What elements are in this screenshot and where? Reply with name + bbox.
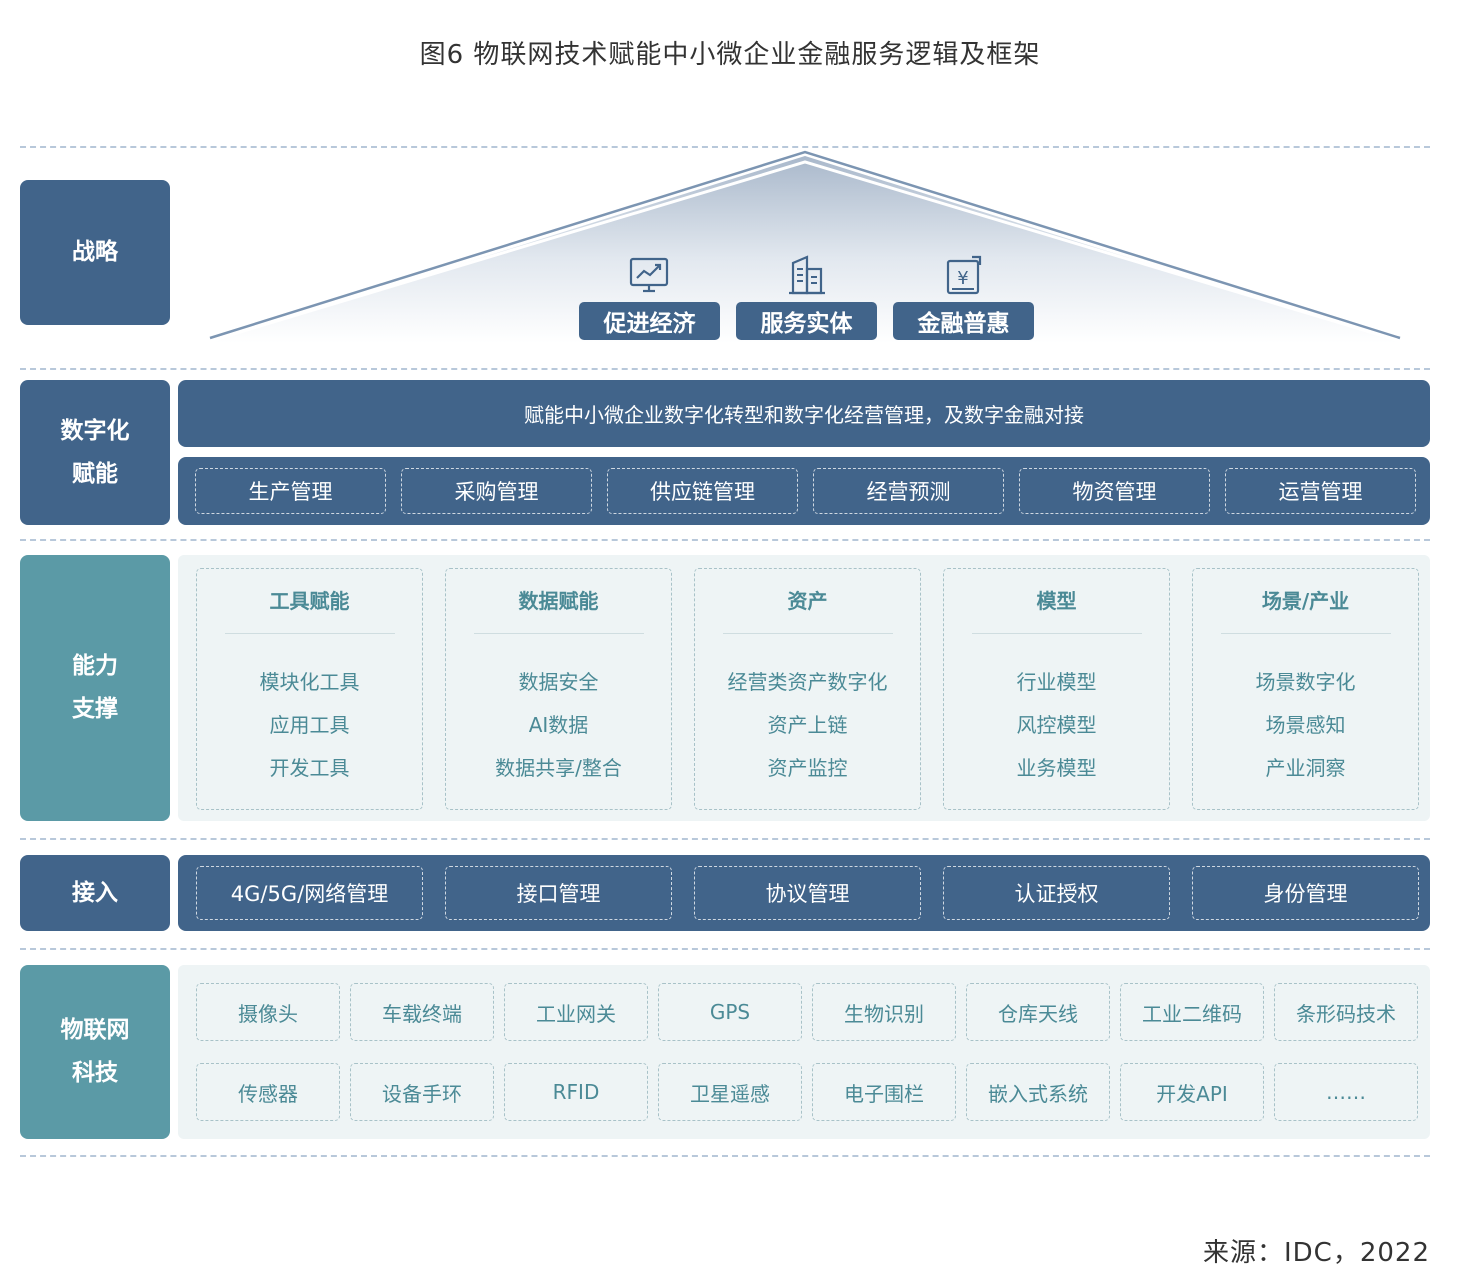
access-item: 协议管理 bbox=[694, 866, 921, 920]
digital-banner-text: 赋能中小微企业数字化转型和数字化经营管理，及数字金融对接 bbox=[524, 403, 1084, 427]
yen-document-icon: ¥ bbox=[946, 255, 982, 295]
separator-line bbox=[20, 948, 1430, 950]
divider bbox=[722, 633, 893, 634]
capability-item: AI数据 bbox=[528, 713, 589, 737]
capability-item: 资产监控 bbox=[767, 756, 848, 780]
separator-line bbox=[20, 1155, 1430, 1157]
capability-column: 数据赋能 数据安全 AI数据 数据共享/整合 bbox=[445, 568, 672, 810]
iot-tech-item: 条形码技术 bbox=[1274, 983, 1418, 1041]
capability-title: 场景/产业 bbox=[1261, 589, 1350, 613]
iot-tech-item: 工业网关 bbox=[504, 983, 648, 1041]
digital-item: 运营管理 bbox=[1225, 468, 1416, 514]
capability-item: 模块化工具 bbox=[259, 670, 360, 694]
divider bbox=[971, 633, 1142, 634]
capability-item: 数据共享/整合 bbox=[495, 756, 622, 780]
digital-item: 供应链管理 bbox=[607, 468, 798, 514]
capability-item: 行业模型 bbox=[1016, 670, 1097, 694]
capability-item: 业务模型 bbox=[1016, 756, 1097, 780]
iot-tech-item: GPS bbox=[658, 983, 802, 1041]
capability-item: 场景数字化 bbox=[1255, 670, 1356, 694]
capability-item: 经营类资产数字化 bbox=[727, 670, 888, 694]
digital-item: 采购管理 bbox=[401, 468, 592, 514]
digital-item: 经营预测 bbox=[813, 468, 1004, 514]
iot-tech-item: …… bbox=[1274, 1063, 1418, 1121]
iot-tech-item: 卫星遥感 bbox=[658, 1063, 802, 1121]
iot-tech-item: RFID bbox=[504, 1063, 648, 1121]
capability-column: 模型 行业模型 风控模型 业务模型 bbox=[943, 568, 1170, 810]
figure-title: 图6 物联网技术赋能中小微企业金融服务逻辑及框架 bbox=[419, 40, 1041, 70]
layer-label-capability: 能力 支撑 bbox=[20, 555, 170, 821]
strategy-pillar: 服务实体 bbox=[736, 302, 877, 340]
digital-item: 生产管理 bbox=[195, 468, 386, 514]
iot-tech-item: 传感器 bbox=[196, 1063, 340, 1121]
iot-tech-item: 摄像头 bbox=[196, 983, 340, 1041]
digital-banner: 赋能中小微企业数字化转型和数字化经营管理，及数字金融对接 bbox=[178, 380, 1430, 447]
chart-monitor-icon bbox=[629, 257, 669, 293]
capability-item: 应用工具 bbox=[269, 713, 350, 737]
capability-item: 资产上链 bbox=[767, 713, 848, 737]
iot-tech-item: 仓库天线 bbox=[966, 983, 1110, 1041]
layer-label-iot: 物联网 科技 bbox=[20, 965, 170, 1139]
access-item: 接口管理 bbox=[445, 866, 672, 920]
access-item: 身份管理 bbox=[1192, 866, 1419, 920]
capability-column: 场景/产业 场景数字化 场景感知 产业洞察 bbox=[1192, 568, 1419, 810]
capability-column: 工具赋能 模块化工具 应用工具 开发工具 bbox=[196, 568, 423, 810]
iot-tech-item: 嵌入式系统 bbox=[966, 1063, 1110, 1121]
iot-tech-item: 设备手环 bbox=[350, 1063, 494, 1121]
iot-tech-item: 车载终端 bbox=[350, 983, 494, 1041]
access-bar: 4G/5G/网络管理 接口管理 协议管理 认证授权 身份管理 bbox=[178, 855, 1430, 931]
divider bbox=[473, 633, 644, 634]
layer-label-strategy: 战略 bbox=[20, 180, 170, 325]
separator-line bbox=[20, 838, 1430, 840]
capability-item: 产业洞察 bbox=[1265, 756, 1346, 780]
capability-item: 数据安全 bbox=[518, 670, 599, 694]
capability-item: 场景感知 bbox=[1265, 713, 1346, 737]
strategy-pillar: 金融普惠 bbox=[893, 302, 1034, 340]
source-note: 来源：IDC，2022 bbox=[1202, 1238, 1430, 1268]
capability-title: 数据赋能 bbox=[518, 589, 599, 613]
capability-item: 风控模型 bbox=[1016, 713, 1097, 737]
separator-line bbox=[20, 539, 1430, 541]
digital-items-bar: 生产管理 采购管理 供应链管理 经营预测 物资管理 运营管理 bbox=[178, 457, 1430, 525]
strategy-pillar: 促进经济 bbox=[579, 302, 720, 340]
layer-label-access: 接入 bbox=[20, 855, 170, 931]
layer-label-digital: 数字化 赋能 bbox=[20, 380, 170, 525]
access-item: 4G/5G/网络管理 bbox=[196, 866, 423, 920]
separator-line bbox=[20, 368, 1430, 370]
capability-item: 开发工具 bbox=[269, 756, 350, 780]
iot-tech-item: 生物识别 bbox=[812, 983, 956, 1041]
capability-title: 工具赋能 bbox=[269, 589, 350, 613]
capability-title: 资产 bbox=[787, 589, 828, 613]
divider bbox=[224, 633, 395, 634]
digital-item: 物资管理 bbox=[1019, 468, 1210, 514]
iot-tech-item: 电子围栏 bbox=[812, 1063, 956, 1121]
capability-column: 资产 经营类资产数字化 资产上链 资产监控 bbox=[694, 568, 921, 810]
divider bbox=[1220, 633, 1391, 634]
iot-tech-item: 工业二维码 bbox=[1120, 983, 1264, 1041]
capability-title: 模型 bbox=[1036, 589, 1077, 613]
iot-tech-item: 开发API bbox=[1120, 1063, 1264, 1121]
svg-text:¥: ¥ bbox=[957, 268, 968, 289]
building-icon bbox=[789, 255, 825, 295]
access-item: 认证授权 bbox=[943, 866, 1170, 920]
